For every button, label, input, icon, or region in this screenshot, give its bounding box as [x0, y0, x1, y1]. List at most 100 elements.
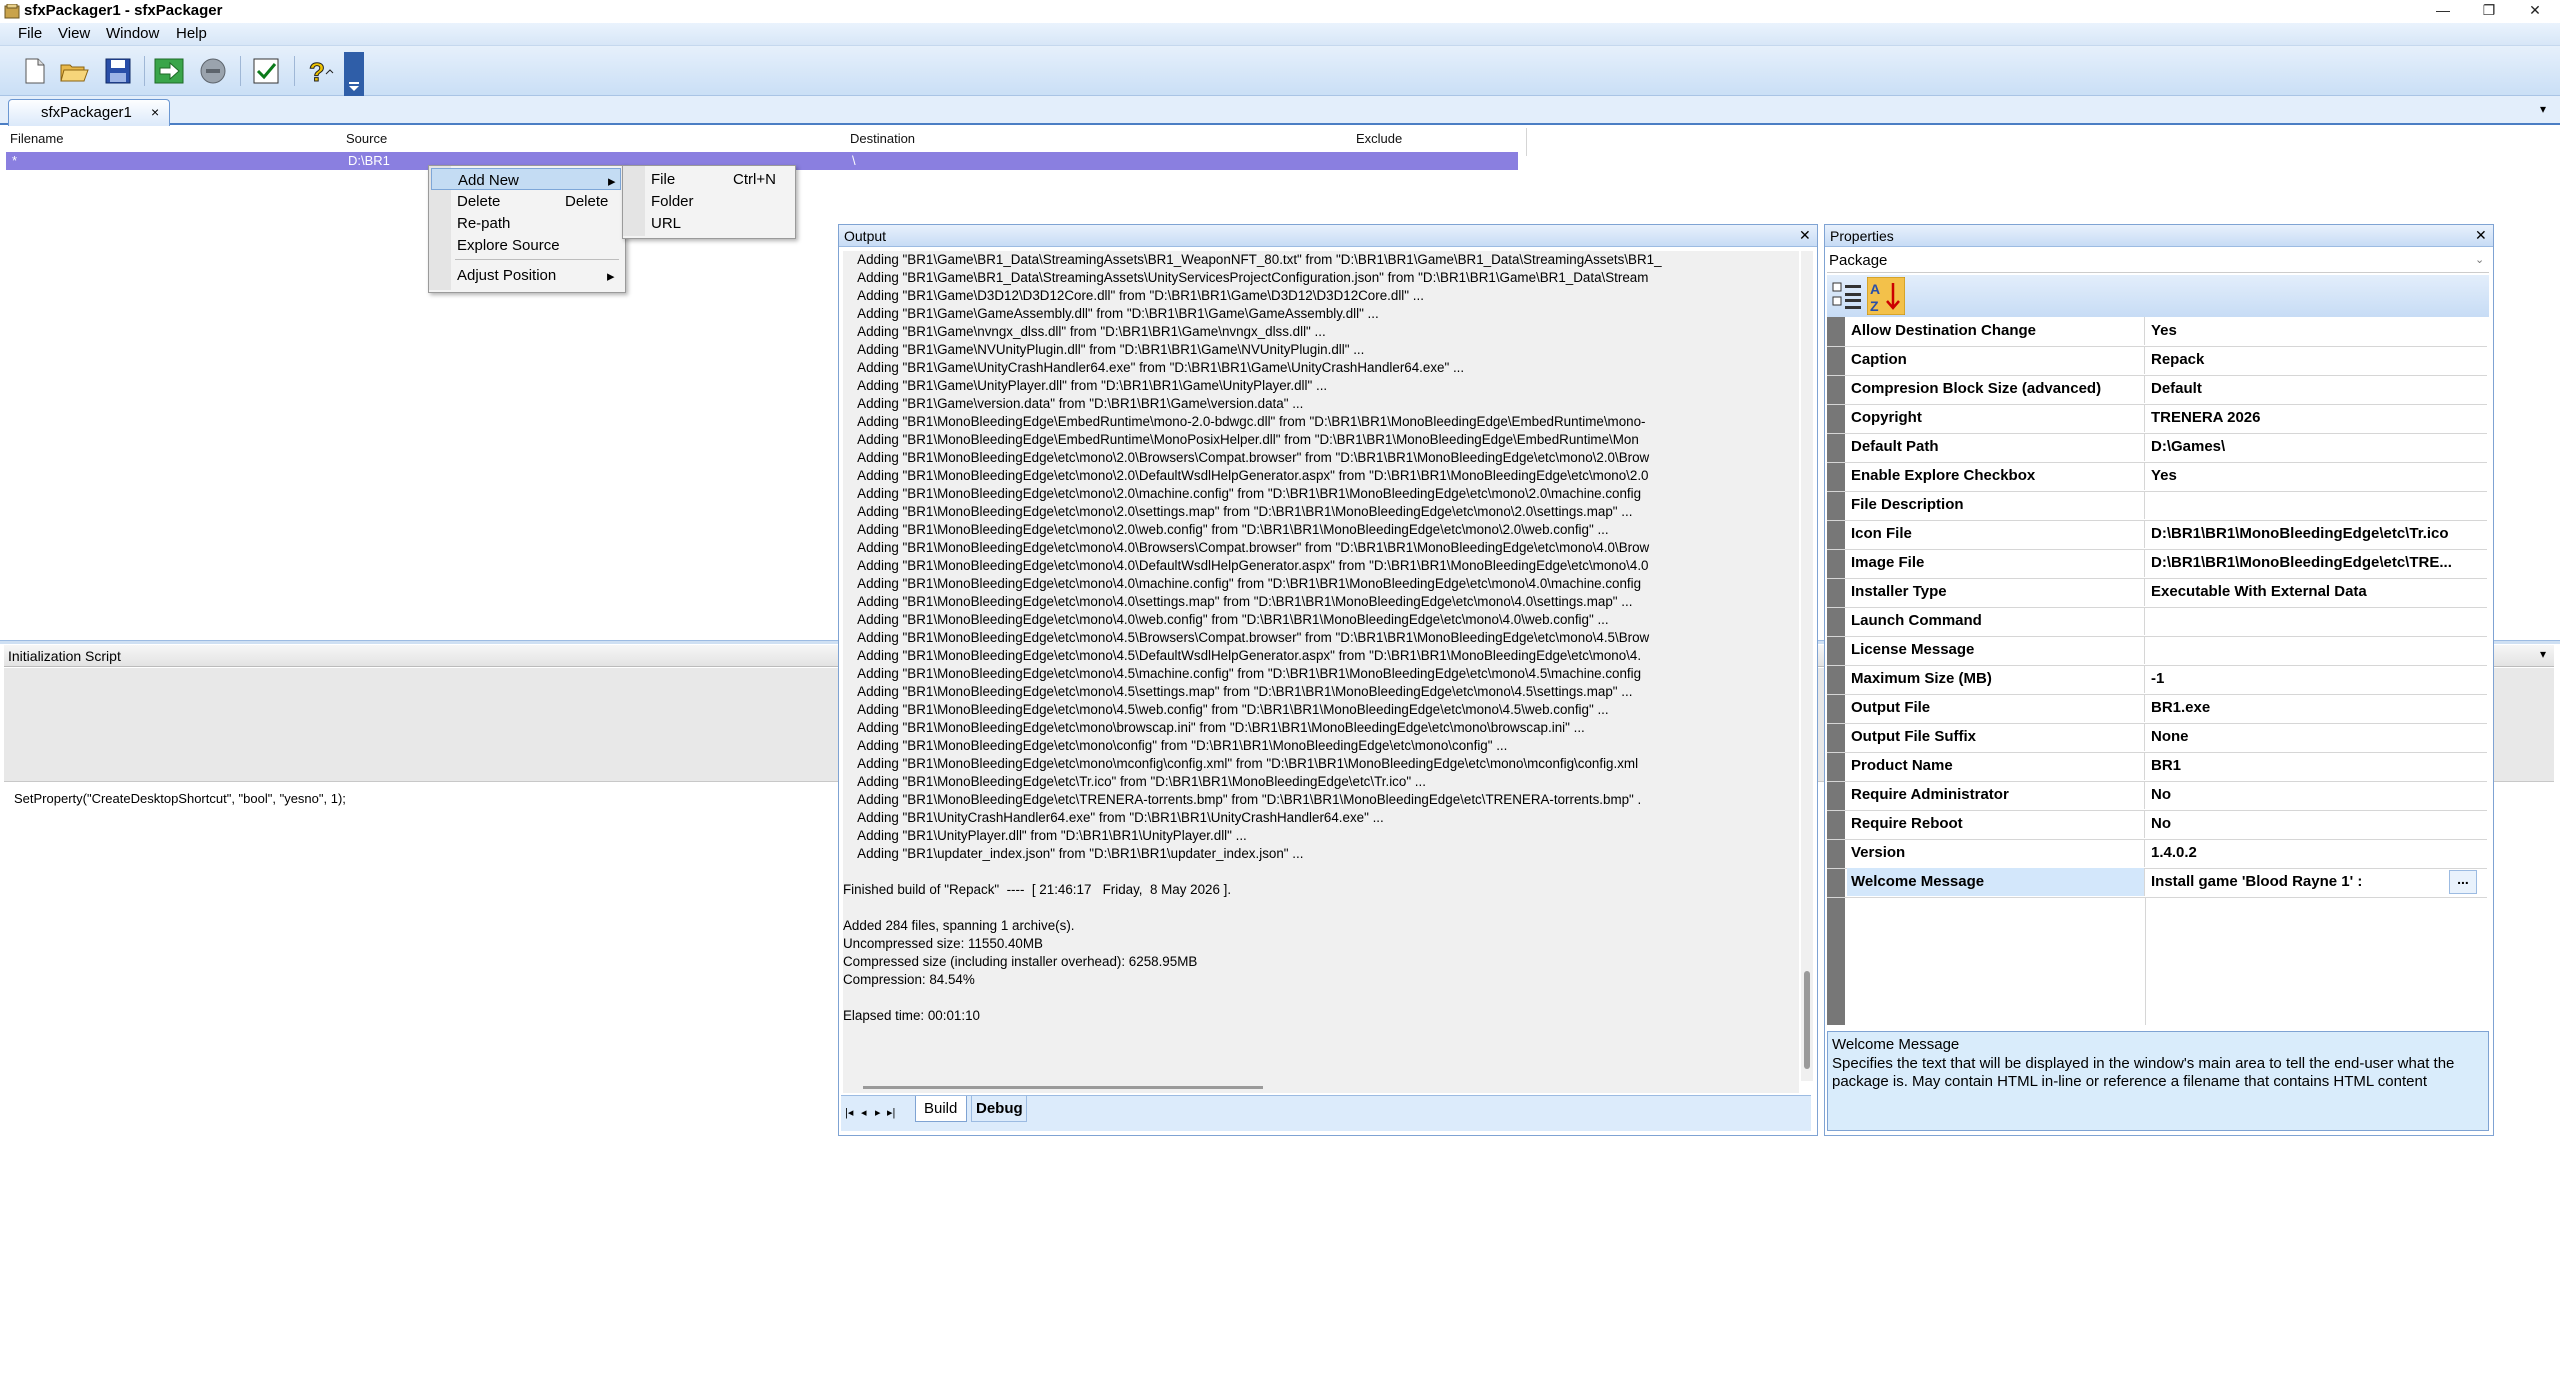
close-tab-icon[interactable]: × — [151, 104, 159, 120]
property-row[interactable]: Maximum Size (MB) -1 — [1827, 665, 2487, 695]
check-icon[interactable] — [250, 56, 282, 86]
property-row[interactable]: Allow Destination Change Yes — [1827, 317, 2487, 347]
output-panel: Output ✕ Adding "BR1\Game\BR1_Data\Strea… — [838, 224, 1818, 1136]
init-script-dropdown-icon[interactable]: ▾ — [2540, 647, 2546, 661]
output-line: Adding "BR1\Game\nvngx_dlss.dll" from "D… — [843, 324, 1326, 339]
save-icon[interactable] — [102, 56, 134, 86]
maximize-button[interactable]: ❐ — [2466, 0, 2512, 23]
property-value[interactable]: D:\Games\ — [2147, 433, 2479, 461]
property-value[interactable]: Repack — [2147, 346, 2479, 374]
nav-prev-icon[interactable]: ◂ — [861, 1106, 867, 1119]
output-horizontal-scrollbar[interactable] — [843, 1081, 1799, 1093]
tab-build[interactable]: Build — [915, 1096, 967, 1122]
output-line: Added 284 files, spanning 1 archive(s). — [843, 918, 1075, 933]
property-row[interactable]: Output File Suffix None — [1827, 723, 2487, 753]
context-add-new[interactable]: Add New ▸ — [431, 168, 621, 190]
menu-window[interactable]: Window — [106, 25, 159, 42]
object-dropdown-icon[interactable]: ⌄ — [2475, 253, 2484, 266]
categorized-icon[interactable] — [1831, 279, 1865, 313]
property-value[interactable]: D:\BR1\BR1\MonoBleedingEdge\etc\TRE... — [2147, 549, 2479, 577]
menu-help[interactable]: Help — [176, 25, 207, 42]
output-line: Adding "BR1\Game\NVUnityPlugin.dll" from… — [843, 342, 1365, 357]
property-name: Caption — [1847, 346, 2145, 374]
menu-view[interactable]: View — [58, 25, 90, 42]
property-row[interactable]: Output File BR1.exe — [1827, 694, 2487, 724]
tab-debug[interactable]: Debug — [971, 1096, 1027, 1122]
property-row[interactable]: Product Name BR1 — [1827, 752, 2487, 782]
close-properties-icon[interactable]: ✕ — [2475, 227, 2487, 244]
init-script-code[interactable]: SetProperty("CreateDesktopShortcut", "bo… — [14, 791, 346, 806]
property-row[interactable]: Version 1.4.0.2 — [1827, 839, 2487, 869]
output-log[interactable]: Adding "BR1\Game\BR1_Data\StreamingAsset… — [843, 251, 1799, 1081]
menu-file[interactable]: File — [18, 25, 42, 42]
property-row[interactable]: Welcome Message Install game 'Blood Rayne… — [1827, 868, 2487, 898]
toolbar-overflow-icon[interactable] — [344, 52, 364, 96]
property-value[interactable]: Default — [2147, 375, 2479, 403]
property-value[interactable]: BR1.exe — [2147, 694, 2479, 722]
close-window-button[interactable]: ✕ — [2512, 0, 2558, 23]
property-value[interactable]: No — [2147, 810, 2479, 838]
help-icon[interactable]: ? — [302, 56, 334, 86]
alphabetical-icon[interactable]: AZ — [1867, 277, 1905, 315]
nav-next-icon[interactable]: ▸ — [875, 1106, 881, 1119]
property-value[interactable]: Executable With External Data — [2147, 578, 2479, 606]
ellipsis-button[interactable]: ... — [2449, 870, 2477, 894]
property-value[interactable]: No — [2147, 781, 2479, 809]
build-icon[interactable] — [153, 56, 185, 86]
context-adjust-position[interactable]: Adjust Position ▸ — [431, 264, 621, 286]
open-icon[interactable] — [58, 56, 90, 86]
property-row[interactable]: Image File D:\BR1\BR1\MonoBleedingEdge\et… — [1827, 549, 2487, 579]
tab-debug-label: Debug — [976, 1100, 1023, 1117]
nav-last-icon[interactable]: ▸| — [887, 1106, 895, 1119]
output-line: Adding "BR1\MonoBleedingEdge\etc\mono\2.… — [843, 486, 1642, 501]
properties-toolbar: AZ — [1827, 275, 2489, 317]
property-value[interactable]: TRENERA 2026 — [2147, 404, 2479, 432]
object-selector[interactable]: Package ⌄ — [1827, 249, 2489, 273]
nav-first-icon[interactable]: |◂ — [845, 1106, 853, 1119]
submenu-url[interactable]: URL — [625, 212, 791, 234]
property-value[interactable]: Install game 'Blood Rayne 1' : — [2147, 868, 2447, 896]
property-row[interactable]: Caption Repack — [1827, 346, 2487, 376]
property-row[interactable]: File Description — [1827, 491, 2487, 521]
property-value[interactable] — [2147, 607, 2479, 635]
property-value[interactable]: Yes — [2147, 317, 2479, 345]
property-row[interactable]: Default Path D:\Games\ — [1827, 433, 2487, 463]
property-value[interactable]: BR1 — [2147, 752, 2479, 780]
property-row[interactable]: Launch Command — [1827, 607, 2487, 637]
tab-dropdown-icon[interactable]: ▾ — [2540, 102, 2546, 116]
property-value[interactable] — [2147, 491, 2479, 519]
property-help-title: Welcome Message — [1832, 1036, 1960, 1053]
property-row[interactable]: Require Administrator No — [1827, 781, 2487, 811]
output-hscroll-thumb[interactable] — [863, 1086, 1263, 1089]
output-vertical-scrollbar[interactable] — [1801, 251, 1813, 1081]
property-row[interactable]: Enable Explore Checkbox Yes — [1827, 462, 2487, 492]
property-value[interactable]: Yes — [2147, 462, 2479, 490]
property-value[interactable] — [2147, 636, 2479, 664]
property-value[interactable]: -1 — [2147, 665, 2479, 693]
property-row[interactable]: Installer Type Executable With External D… — [1827, 578, 2487, 608]
object-selector-value: Package — [1829, 252, 1888, 269]
toolbar-separator — [240, 56, 241, 86]
context-delete[interactable]: Delete Delete — [431, 190, 621, 212]
property-row[interactable]: Icon File D:\BR1\BR1\MonoBleedingEdge\etc… — [1827, 520, 2487, 550]
property-value[interactable]: 1.4.0.2 — [2147, 839, 2479, 867]
output-scroll-thumb[interactable] — [1804, 971, 1810, 1069]
new-icon[interactable] — [18, 56, 50, 86]
minimize-button[interactable]: — — [2420, 0, 2466, 23]
property-row[interactable]: Compresion Block Size (advanced) Default — [1827, 375, 2487, 405]
property-value[interactable]: None — [2147, 723, 2479, 751]
property-row[interactable]: License Message — [1827, 636, 2487, 666]
submenu-folder[interactable]: Folder — [625, 190, 791, 212]
submenu-file[interactable]: File Ctrl+N — [625, 168, 791, 190]
context-explore-source[interactable]: Explore Source — [431, 234, 621, 256]
property-name: Welcome Message — [1847, 868, 2145, 896]
property-row[interactable]: Copyright TRENERA 2026 — [1827, 404, 2487, 434]
output-line: Adding "BR1\MonoBleedingEdge\etc\mono\4.… — [843, 576, 1642, 591]
tab-sfxpackager1[interactable]: sfxPackager1 × — [8, 99, 170, 126]
context-repath[interactable]: Re-path — [431, 212, 621, 234]
window-title: sfxPackager1 - sfxPackager — [24, 2, 223, 19]
stop-icon[interactable] — [197, 56, 229, 86]
property-row[interactable]: Require Reboot No — [1827, 810, 2487, 840]
close-output-icon[interactable]: ✕ — [1799, 227, 1811, 244]
property-value[interactable]: D:\BR1\BR1\MonoBleedingEdge\etc\Tr.ico — [2147, 520, 2479, 548]
